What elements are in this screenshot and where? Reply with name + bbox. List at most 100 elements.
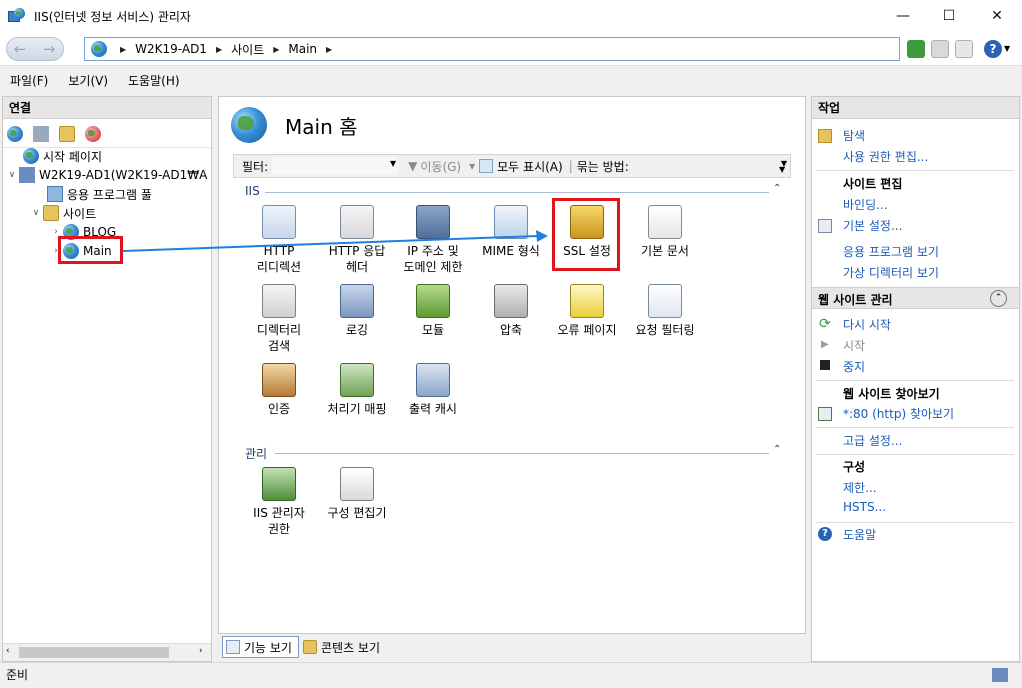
feature-default-document[interactable]: 기본 문서 bbox=[623, 205, 707, 259]
refresh-icon[interactable] bbox=[907, 40, 925, 58]
feature-modules[interactable]: 모듈 bbox=[391, 284, 475, 338]
maximize-button[interactable]: ☐ bbox=[926, 0, 972, 32]
feature-label: 권한 bbox=[267, 522, 291, 536]
action-help[interactable]: 도움말 bbox=[843, 526, 876, 543]
scroll-down-icon[interactable]: ▼ bbox=[779, 165, 785, 174]
stop-icon[interactable] bbox=[931, 40, 949, 58]
up-folder-icon[interactable] bbox=[59, 126, 75, 142]
status-bar: 준비 bbox=[0, 662, 1022, 688]
feature-label: 인증 bbox=[267, 402, 291, 416]
action-advanced-settings[interactable]: 고급 설정... bbox=[843, 432, 902, 449]
default-document-icon bbox=[648, 205, 682, 239]
feature-label: 헤더 bbox=[345, 260, 369, 274]
scroll-thumb[interactable] bbox=[19, 647, 169, 658]
explore-icon bbox=[818, 129, 832, 143]
show-all-icon bbox=[479, 159, 494, 173]
collapse-chevron-icon[interactable]: ∨ bbox=[29, 208, 43, 218]
collapse-group-icon[interactable]: ⌃ bbox=[773, 183, 781, 194]
action-hsts[interactable]: HSTS... bbox=[843, 500, 886, 514]
back-arrow-icon[interactable]: ← bbox=[7, 38, 33, 60]
app-pool-icon bbox=[47, 186, 63, 202]
action-edit-permissions[interactable]: 사용 권한 편집... bbox=[843, 148, 928, 165]
group-by-label[interactable]: 묶는 방법: bbox=[577, 158, 629, 175]
feature-handler-mappings[interactable]: 처리기 매핑 bbox=[315, 363, 399, 417]
collapse-section-icon[interactable]: ⌃ bbox=[990, 290, 1007, 307]
connect-icon[interactable] bbox=[7, 126, 23, 142]
content-view-icon bbox=[302, 640, 317, 654]
action-explore[interactable]: 탐색 bbox=[843, 127, 865, 144]
delete-connection-icon[interactable] bbox=[85, 126, 101, 142]
feature-label: 모듈 bbox=[421, 323, 445, 337]
action-browse-80[interactable]: *:80 (http) 찾아보기 bbox=[843, 405, 954, 422]
globe-icon bbox=[91, 41, 107, 57]
feature-label: MIME 형식 bbox=[482, 244, 540, 258]
menu-view[interactable]: 보기(V) bbox=[68, 72, 108, 89]
action-basic-settings[interactable]: 기본 설정... bbox=[843, 217, 902, 234]
collapse-group-icon[interactable]: ⌃ bbox=[773, 444, 781, 455]
filter-dropdown-icon[interactable]: ▼ bbox=[390, 159, 396, 168]
tree-sites[interactable]: ∨ 사이트 bbox=[29, 204, 96, 222]
config-header: 구성 bbox=[843, 460, 866, 474]
feature-iis-manager-permissions[interactable]: IIS 관리자 권한 bbox=[237, 467, 321, 537]
help-dropdown-icon[interactable]: ▼ bbox=[1004, 44, 1010, 53]
tree-server[interactable]: ∨ W2K19-AD1(W2K19-AD1₩A bbox=[5, 166, 207, 184]
action-restart[interactable]: 다시 시작 bbox=[843, 316, 891, 333]
crumb-sites[interactable]: 사이트 bbox=[231, 41, 264, 58]
close-button[interactable]: ✕ bbox=[974, 0, 1020, 32]
show-all-button[interactable]: 모두 표시(A) bbox=[497, 158, 563, 175]
feature-http-response-headers[interactable]: HTTP 응답헤더 bbox=[315, 205, 399, 275]
action-bindings[interactable]: 바인딩... bbox=[843, 196, 888, 213]
logging-icon bbox=[340, 284, 374, 318]
feature-mime-types[interactable]: MIME 형식 bbox=[469, 205, 553, 259]
feature-label: HTTP 응답 bbox=[328, 244, 386, 258]
minimize-button[interactable]: — bbox=[880, 0, 926, 32]
scroll-right-icon[interactable]: › bbox=[199, 646, 203, 656]
modules-icon bbox=[416, 284, 450, 318]
action-view-applications[interactable]: 응용 프로그램 보기 bbox=[843, 243, 939, 260]
connections-toolbar bbox=[7, 124, 105, 144]
horizontal-scrollbar[interactable]: ‹ › bbox=[3, 643, 211, 661]
feature-output-cache[interactable]: 출력 캐시 bbox=[391, 363, 475, 417]
address-breadcrumb[interactable]: ▶ W2K19-AD1 ▶ 사이트 ▶ Main ▶ bbox=[84, 37, 900, 61]
menu-help[interactable]: 도움말(H) bbox=[128, 72, 180, 89]
feature-error-pages[interactable]: 오류 페이지 bbox=[545, 284, 629, 338]
tab-features-view[interactable]: 기능 보기 bbox=[222, 636, 299, 658]
save-icon[interactable] bbox=[33, 126, 49, 142]
home-icon[interactable] bbox=[955, 40, 973, 58]
funnel-icon: ▼ bbox=[408, 159, 418, 173]
tree-start-page[interactable]: 시작 페이지 bbox=[23, 147, 102, 165]
tree-app-pools[interactable]: 응용 프로그램 풀 bbox=[47, 185, 152, 203]
tab-content-view[interactable]: 콘텐츠 보기 bbox=[299, 636, 386, 658]
action-view-virtual-dirs[interactable]: 가상 디렉터리 보기 bbox=[843, 264, 939, 281]
server-icon bbox=[19, 167, 35, 183]
feature-ip-domain-restrictions[interactable]: IP 주소 및 도메인 제한 bbox=[391, 205, 475, 275]
features-view-icon bbox=[226, 640, 240, 654]
crumb-main[interactable]: Main bbox=[288, 42, 317, 56]
go-dropdown-icon[interactable]: ▾ bbox=[469, 159, 475, 173]
forward-arrow-icon[interactable]: → bbox=[36, 38, 62, 60]
actions-panel: 작업 탐색 사용 권한 편집... 사이트 편집 바인딩... 기본 설정...… bbox=[811, 96, 1020, 662]
crumb-server[interactable]: W2K19-AD1 bbox=[135, 42, 207, 56]
scroll-left-icon[interactable]: ‹ bbox=[6, 646, 10, 656]
action-limits[interactable]: 제한... bbox=[843, 479, 877, 496]
go-button[interactable]: 이동(G) bbox=[420, 158, 461, 175]
menu-file[interactable]: 파일(F) bbox=[10, 72, 48, 89]
http-redirect-icon bbox=[262, 205, 296, 239]
highlight-ssl-settings bbox=[552, 198, 620, 271]
feature-request-filtering[interactable]: 요청 필터링 bbox=[623, 284, 707, 338]
action-stop[interactable]: 중지 bbox=[843, 358, 865, 375]
filter-input[interactable]: ▼ bbox=[272, 157, 399, 175]
feature-http-redirect[interactable]: HTTP 리디렉션 bbox=[237, 205, 321, 275]
help-icon[interactable]: ? bbox=[984, 40, 1002, 58]
help-circle-icon: ? bbox=[818, 527, 832, 541]
collapse-chevron-icon[interactable]: ∨ bbox=[5, 170, 19, 180]
window-title: IIS(인터넷 정보 서비스) 관리자 bbox=[34, 9, 191, 24]
group-iis-header: IIS bbox=[245, 184, 260, 198]
compression-icon bbox=[494, 284, 528, 318]
feature-configuration-editor[interactable]: 구성 편집기 bbox=[315, 467, 399, 521]
feature-logging[interactable]: 로깅 bbox=[315, 284, 399, 338]
feature-compression[interactable]: 압축 bbox=[469, 284, 553, 338]
browse-icon bbox=[818, 407, 832, 421]
feature-directory-browsing[interactable]: 디렉터리 검색 bbox=[237, 284, 321, 354]
feature-authentication[interactable]: 인증 bbox=[237, 363, 321, 417]
